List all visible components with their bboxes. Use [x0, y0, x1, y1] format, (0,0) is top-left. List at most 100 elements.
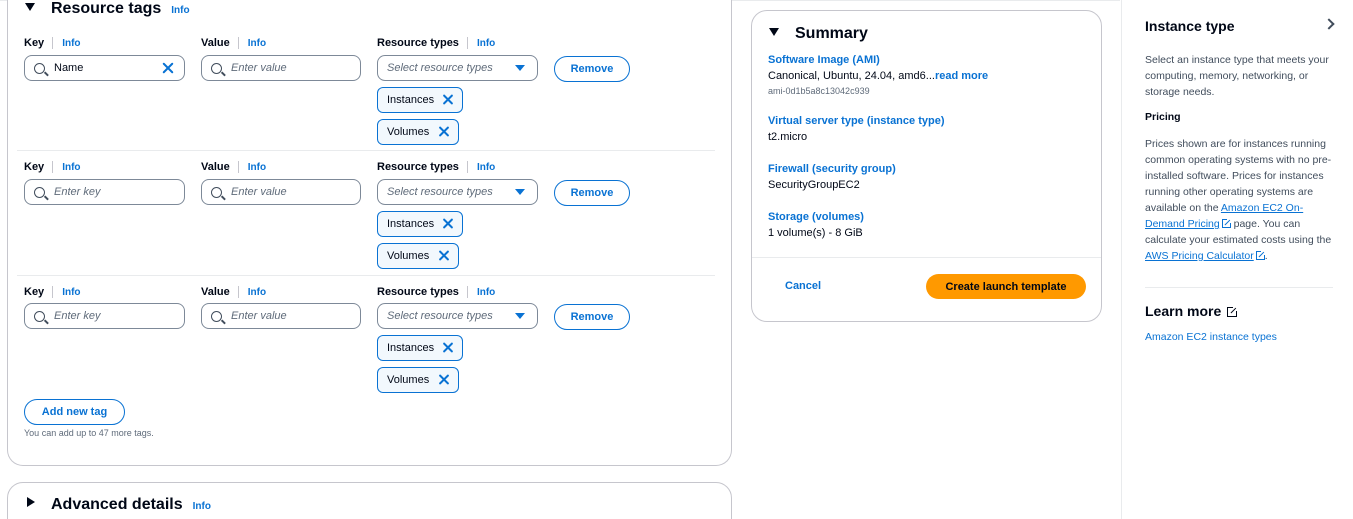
label-separator: [52, 161, 54, 173]
label-separator: [466, 37, 468, 49]
label-separator: [466, 161, 468, 173]
key-label-1: Key Info: [24, 37, 81, 49]
caret-down-icon: [25, 3, 35, 11]
dismiss-icon[interactable]: [441, 93, 454, 106]
create-launch-template-button[interactable]: Create launch template: [926, 274, 1086, 299]
label-separator: [52, 286, 54, 298]
summary-title: Summary: [795, 25, 868, 42]
key-input-2[interactable]: Enter key: [24, 179, 185, 205]
dismiss-icon[interactable]: [437, 373, 450, 386]
firewall-label[interactable]: Firewall (security group): [768, 163, 896, 175]
pricing-calculator-link[interactable]: AWS Pricing Calculator: [1145, 250, 1254, 262]
label-separator: [237, 161, 239, 173]
value-input-placeholder: Enter value: [231, 62, 287, 74]
help-panel: Instance type Select an instance type th…: [1121, 0, 1353, 519]
resource-tags-title: Resource tags: [51, 0, 162, 17]
remove-button-3[interactable]: Remove: [554, 304, 630, 330]
storage-value: 1 volume(s) - 8 GiB: [768, 227, 863, 239]
resource-types-label-2: Resource types Info: [377, 161, 495, 173]
advanced-details-header[interactable]: Advanced details Info: [27, 496, 211, 514]
storage-label[interactable]: Storage (volumes): [768, 211, 864, 223]
resource-types-info-link[interactable]: Info: [477, 287, 495, 298]
resource-types-label-3: Resource types Info: [377, 286, 495, 298]
clear-icon[interactable]: [161, 61, 175, 75]
remove-button-1[interactable]: Remove: [554, 56, 630, 82]
token-label: Instances: [387, 342, 435, 354]
token-label: Instances: [387, 94, 435, 106]
key-label-2: Key Info: [24, 161, 81, 173]
help-title: Instance type: [1145, 18, 1235, 34]
resource-types-label-text: Resource types: [377, 37, 459, 49]
search-icon: [34, 186, 45, 198]
resource-types-info-link[interactable]: Info: [477, 162, 495, 173]
read-more-link[interactable]: read more: [935, 70, 988, 82]
advanced-details-info-link[interactable]: Info: [193, 501, 211, 512]
help-intro: Select an instance type that meets your …: [1145, 54, 1329, 98]
caret-down-icon: [515, 189, 525, 195]
value-info-link[interactable]: Info: [248, 162, 266, 173]
search-icon: [211, 62, 222, 74]
token-volumes-1: Volumes: [377, 119, 459, 145]
value-input-placeholder: Enter value: [231, 186, 287, 198]
key-info-link[interactable]: Info: [62, 38, 80, 49]
ami-value-text: Canonical, Ubuntu, 24.04, amd6...: [768, 70, 935, 82]
ami-label[interactable]: Software Image (AMI): [768, 54, 880, 66]
resource-tags-header[interactable]: Resource tags Info: [25, 0, 190, 18]
resource-types-placeholder: Select resource types: [387, 62, 493, 74]
resource-types-label-text: Resource types: [377, 161, 459, 173]
key-label-text: Key: [24, 37, 45, 49]
tags-remaining-hint: You can add up to 47 more tags.: [24, 428, 154, 438]
dismiss-icon[interactable]: [441, 341, 454, 354]
token-instances-2: Instances: [377, 211, 463, 237]
label-separator: [466, 286, 468, 298]
resource-tags-info-link[interactable]: Info: [171, 5, 189, 16]
dismiss-icon[interactable]: [437, 125, 450, 138]
key-input-placeholder: Enter key: [54, 186, 101, 198]
caret-down-icon: [515, 65, 525, 71]
instance-type-label[interactable]: Virtual server type (instance type): [768, 115, 944, 127]
value-label-2: Value Info: [201, 161, 266, 173]
add-new-tag-button[interactable]: Add new tag: [24, 399, 125, 425]
resource-types-placeholder: Select resource types: [387, 186, 493, 198]
summary-panel: Summary Software Image (AMI) Canonical, …: [751, 10, 1102, 322]
value-input-3[interactable]: Enter value: [201, 303, 361, 329]
dismiss-icon[interactable]: [441, 217, 454, 230]
cancel-button[interactable]: Cancel: [785, 280, 821, 292]
key-info-link[interactable]: Info: [62, 287, 80, 298]
label-separator: [237, 37, 239, 49]
help-divider: [1145, 287, 1333, 288]
value-info-link[interactable]: Info: [248, 287, 266, 298]
key-input-1[interactable]: Name: [24, 55, 185, 81]
token-label: Volumes: [387, 374, 430, 386]
value-label-text: Value: [201, 286, 230, 298]
label-separator: [237, 286, 239, 298]
caret-right-icon: [27, 497, 35, 507]
resource-types-label-1: Resource types Info: [377, 37, 495, 49]
pricing-text: Prices shown are for instances running c…: [1145, 136, 1341, 264]
token-label: Instances: [387, 218, 435, 230]
value-label-3: Value Info: [201, 286, 266, 298]
ec2-instance-types-link[interactable]: Amazon EC2 instance types: [1145, 331, 1277, 343]
remove-button-2[interactable]: Remove: [554, 180, 630, 206]
resource-types-select-3[interactable]: Select resource types: [377, 303, 538, 329]
key-info-link[interactable]: Info: [62, 162, 80, 173]
firewall-value: SecurityGroupEC2: [768, 179, 860, 191]
label-separator: [52, 37, 54, 49]
resource-types-select-2[interactable]: Select resource types: [377, 179, 538, 205]
resource-types-select-1[interactable]: Select resource types: [377, 55, 538, 81]
value-input-2[interactable]: Enter value: [201, 179, 361, 205]
chevron-right-icon[interactable]: [1323, 18, 1335, 30]
value-info-link[interactable]: Info: [248, 38, 266, 49]
value-input-1[interactable]: Enter value: [201, 55, 361, 81]
dismiss-icon[interactable]: [437, 249, 450, 262]
resource-types-placeholder: Select resource types: [387, 310, 493, 322]
summary-header[interactable]: Summary: [769, 25, 868, 43]
external-link-icon: [1221, 218, 1232, 228]
resource-types-info-link[interactable]: Info: [477, 38, 495, 49]
key-input-3[interactable]: Enter key: [24, 303, 185, 329]
value-label-text: Value: [201, 37, 230, 49]
search-icon: [34, 62, 45, 74]
token-volumes-2: Volumes: [377, 243, 459, 269]
row-divider: [17, 275, 715, 276]
summary-divider: [752, 257, 1101, 258]
